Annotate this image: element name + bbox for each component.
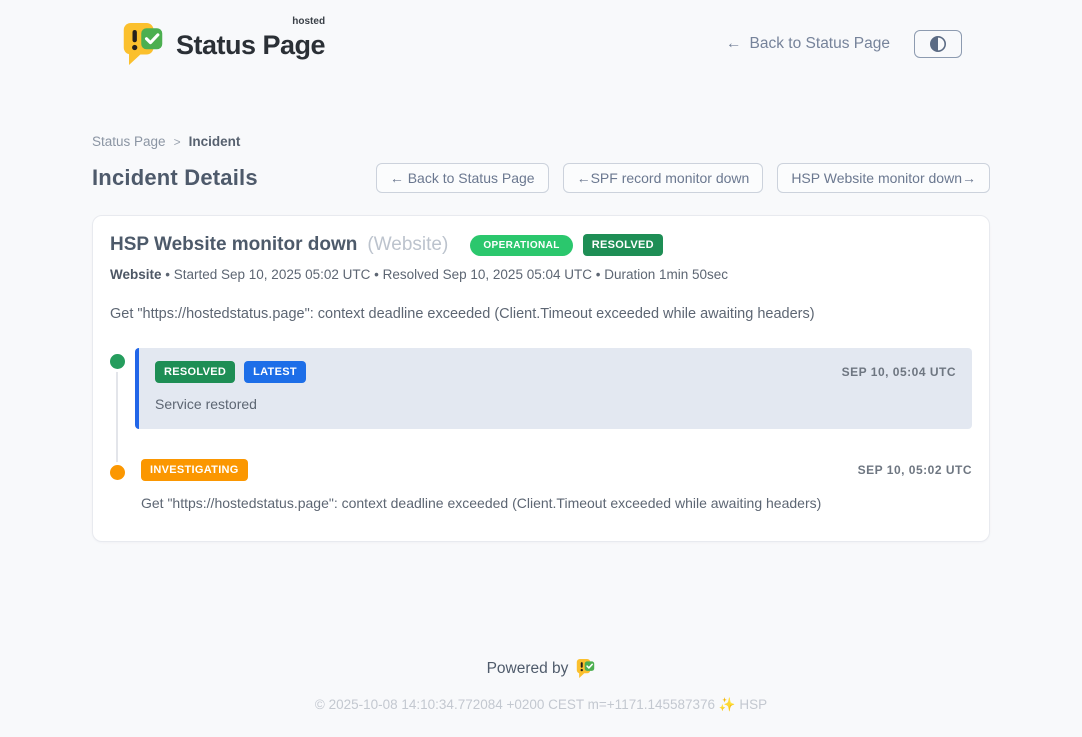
investigating-dot-icon — [110, 465, 125, 480]
header-right: ← Back to Status Page — [726, 30, 962, 58]
contrast-icon — [928, 34, 948, 54]
timeline-entry-resolved: RESOLVED LATEST SEP 10, 05:04 UTC Servic… — [135, 348, 972, 429]
logo-icon — [122, 20, 164, 68]
timeline-line — [116, 368, 118, 475]
incident-card: HSP Website monitor down (Website) OPERA… — [92, 215, 990, 542]
meta-details: • Started Sep 10, 2025 05:02 UTC • Resol… — [162, 267, 729, 282]
footer: Powered by © 2025-10-08 14:10:34.772084 … — [0, 658, 1082, 737]
breadcrumb-incident: Incident — [189, 134, 241, 149]
incident-title: HSP Website monitor down — [110, 234, 357, 256]
powered-by-logo-icon[interactable] — [576, 658, 595, 679]
incident-nav-buttons: ← Back to Status Page ←SPF record monito… — [376, 163, 990, 193]
timeline-message: Service restored — [155, 396, 956, 412]
prev-incident-button[interactable]: ←SPF record monitor down — [563, 163, 764, 193]
copyright-line: © 2025-10-08 14:10:34.772084 +0200 CEST … — [0, 697, 1082, 713]
latest-update-box: RESOLVED LATEST SEP 10, 05:04 UTC Servic… — [135, 348, 972, 429]
arrow-left-icon: ← — [726, 35, 742, 53]
logo[interactable]: hosted Status Page — [122, 20, 325, 68]
incident-timeline: RESOLVED LATEST SEP 10, 05:04 UTC Servic… — [110, 348, 972, 511]
timeline-timestamp: SEP 10, 05:02 UTC — [858, 463, 972, 477]
breadcrumb-status-page[interactable]: Status Page — [92, 134, 166, 149]
page-title: Incident Details — [92, 165, 258, 191]
resolved-dot-icon — [110, 354, 125, 369]
timeline-timestamp: SEP 10, 05:04 UTC — [842, 365, 956, 379]
resolved-badge: RESOLVED — [583, 234, 663, 256]
timeline-entry-header: INVESTIGATING SEP 10, 05:02 UTC — [141, 459, 972, 481]
timeline-entry-header: RESOLVED LATEST SEP 10, 05:04 UTC — [155, 361, 956, 383]
timeline-entry-body: INVESTIGATING SEP 10, 05:02 UTC Get "htt… — [135, 459, 972, 511]
back-to-status-page-link[interactable]: ← Back to Status Page — [726, 35, 890, 53]
back-to-status-page-button[interactable]: ← Back to Status Page — [376, 163, 549, 193]
back-link-label: Back to Status Page — [750, 35, 890, 53]
incident-description: Get "https://hostedstatus.page": context… — [110, 306, 972, 322]
header: hosted Status Page ← Back to Status Page — [0, 0, 1082, 74]
incident-meta: Website • Started Sep 10, 2025 05:02 UTC… — [110, 267, 972, 282]
timeline-message: Get "https://hostedstatus.page": context… — [141, 495, 972, 511]
page: hosted Status Page ← Back to Status Page… — [0, 0, 1082, 737]
title-row: Incident Details ← Back to Status Page ←… — [92, 163, 990, 193]
breadcrumb: Status Page > Incident — [92, 134, 990, 149]
powered-by-label: Powered by — [487, 660, 569, 678]
breadcrumb-separator: > — [174, 135, 181, 149]
powered-by: Powered by — [0, 658, 1082, 679]
logo-text: hosted Status Page — [176, 20, 325, 61]
resolved-badge: RESOLVED — [155, 361, 235, 383]
incident-component: (Website) — [367, 234, 448, 256]
next-incident-button[interactable]: HSP Website monitor down→ — [777, 163, 990, 193]
incident-title-row: HSP Website monitor down (Website) OPERA… — [110, 234, 972, 256]
operational-badge: OPERATIONAL — [470, 235, 572, 256]
main-content: Status Page > Incident Incident Details … — [92, 74, 990, 542]
latest-badge: LATEST — [244, 361, 306, 383]
timeline-entry-investigating: INVESTIGATING SEP 10, 05:02 UTC Get "htt… — [135, 459, 972, 511]
logo-title: Status Page — [176, 30, 325, 60]
investigating-badge: INVESTIGATING — [141, 459, 248, 481]
theme-toggle-button[interactable] — [914, 30, 962, 58]
timeline-badges: RESOLVED LATEST — [155, 361, 306, 383]
timeline-badges: INVESTIGATING — [141, 459, 248, 481]
logo-hosted-label: hosted — [292, 16, 325, 27]
meta-component: Website — [110, 267, 162, 282]
